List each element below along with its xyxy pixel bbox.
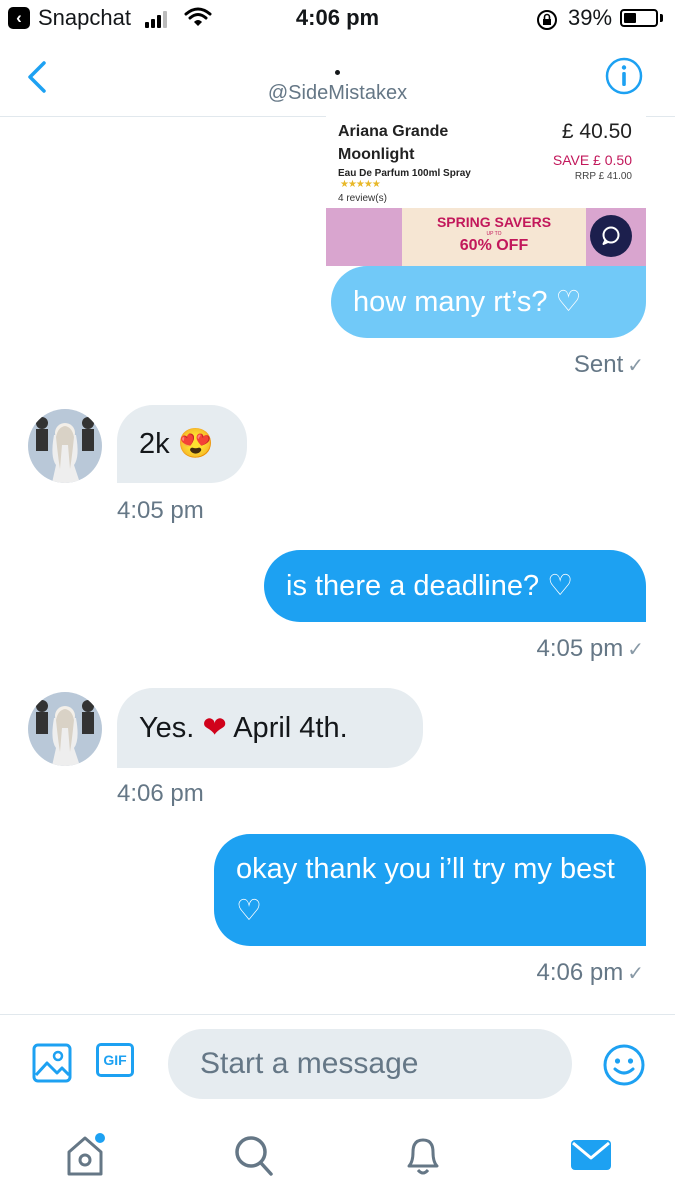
avatar-image (28, 409, 102, 483)
image-icon[interactable] (32, 1043, 72, 1083)
battery-icon (620, 9, 658, 27)
product-price: £ 40.50 (561, 120, 632, 143)
promo-banner-panel: SPRING SAVERS UP TO 60% OFF (402, 208, 586, 266)
message-text: April 4th. (233, 712, 348, 744)
gif-icon[interactable]: GIF (96, 1043, 138, 1081)
message-bubble-sent[interactable]: is there a deadline? ♡ (264, 550, 646, 622)
orientation-lock-icon (537, 10, 557, 30)
chat-bubble-icon (590, 215, 632, 257)
message-bubble-received[interactable]: 2k 😍 (117, 405, 247, 483)
avatar[interactable] (28, 409, 102, 483)
home-icon[interactable] (63, 1130, 107, 1180)
message-time: 4:06 pm (117, 780, 204, 807)
gif-label: GIF (96, 1043, 134, 1077)
message-bubble-sent[interactable]: how many rt’s? ♡ (331, 266, 646, 338)
battery-percentage: 39% (568, 5, 613, 30)
avatar-image (28, 692, 102, 766)
promo-title: SPRING SAVERS (436, 214, 552, 230)
emoji-icon[interactable] (602, 1043, 646, 1087)
product-description: Eau De Parfum 100ml Spray (338, 168, 471, 179)
product-rating-stars: ★★★★★ (340, 179, 381, 190)
heart-emoji: ❤ (202, 712, 227, 744)
promo-banner: SPRING SAVERS UP TO 60% OFF (326, 208, 646, 266)
product-name: Ariana Grande Moonlight (338, 123, 449, 163)
promo-offer: 60% OFF (459, 237, 529, 254)
status-bar: ‹ Snapchat 4:06 pm 39% (0, 0, 675, 40)
sent-check-icon: ✓ (627, 355, 644, 377)
tab-bar (0, 1114, 675, 1200)
message-status: 4:06 pm ✓ (537, 959, 644, 987)
message-time: 4:05 pm (117, 497, 204, 524)
message-time: 4:05 pm (536, 635, 624, 662)
search-icon[interactable] (231, 1130, 275, 1180)
shared-product-card[interactable]: Ariana Grande Moonlight Eau De Parfum 10… (326, 116, 646, 266)
sent-check-icon: ✓ (627, 963, 644, 985)
message-text: Yes. (139, 712, 195, 744)
conversation-handle[interactable]: @SideMistakex (0, 82, 675, 105)
sent-check-icon: ✓ (627, 639, 644, 661)
conversation-header: @SideMistakex (0, 40, 675, 117)
message-status-text: Sent (573, 351, 624, 378)
message-bubble-received[interactable]: Yes. ❤ April 4th. (117, 688, 423, 768)
battery-level (624, 13, 636, 23)
message-input[interactable]: Start a message (168, 1029, 572, 1099)
message-time: 4:06 pm (536, 959, 624, 986)
product-rrp: RRP £ 41.00 (574, 171, 632, 182)
product-reviews: 4 review(s) (338, 193, 387, 204)
avatar[interactable] (28, 692, 102, 766)
message-status: Sent ✓ (574, 351, 644, 379)
message-status: 4:05 pm ✓ (537, 635, 644, 663)
conversation-avatar-dot (335, 70, 340, 75)
message-bubble-sent[interactable]: okay thank you i’ll try my best ♡ (214, 834, 646, 946)
battery-tip (660, 14, 663, 22)
info-icon[interactable] (604, 56, 644, 96)
messages-envelope-icon[interactable] (569, 1130, 613, 1180)
notifications-bell-icon[interactable] (401, 1130, 445, 1180)
compose-bar: GIF Start a message (0, 1014, 675, 1115)
product-saving: SAVE £ 0.50 (552, 152, 632, 168)
